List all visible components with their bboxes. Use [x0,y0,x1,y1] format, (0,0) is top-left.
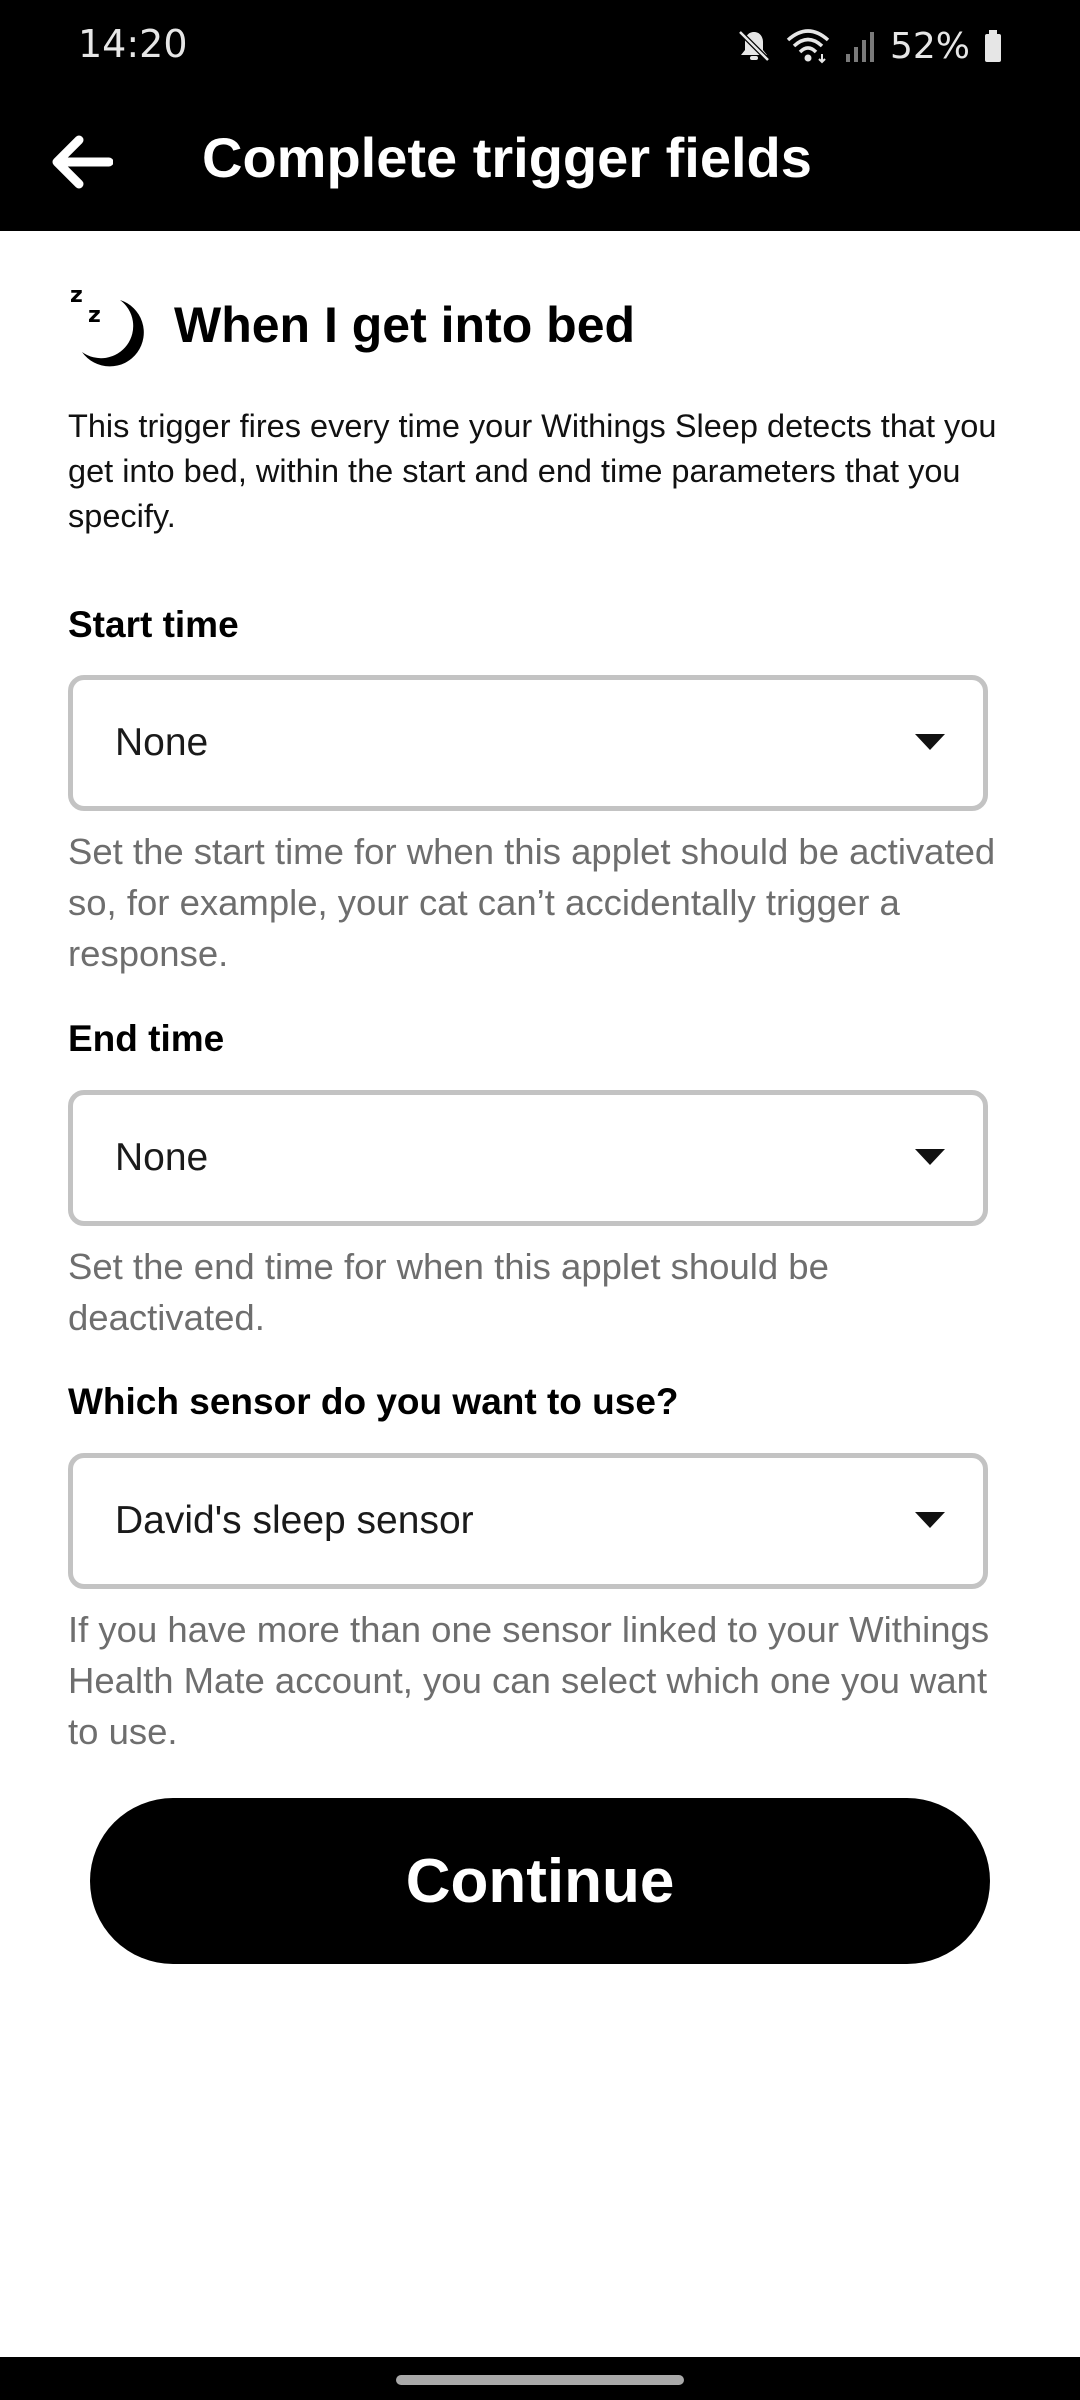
arrow-left-icon [52,135,113,189]
start-time-value: None [115,721,209,764]
end-time-select[interactable]: None [68,1090,988,1226]
trigger-header: z z When I get into bed [68,275,635,375]
start-time-help: Set the start time for when this applet … [68,831,996,974]
sleep-moon-icon: z z [70,283,144,367]
signal-icon [845,32,874,62]
page-title: Complete trigger fields [202,126,812,189]
end-time-help: Set the end time for when this applet sh… [68,1246,829,1338]
trigger-description: This trigger fires every time your Withi… [68,408,997,534]
sensor-label: Which sensor do you want to use? [68,1381,679,1422]
caret-down-icon [915,734,945,750]
start-time-label: Start time [68,604,239,645]
end-time-label: End time [68,1018,225,1059]
complete-trigger-fields-screen: 14:20 52% Complete trigger fields z z Wh… [0,0,1080,2400]
trigger-title: When I get into bed [174,297,636,353]
svg-text:z: z [88,303,101,328]
mute-icon [738,30,770,62]
sensor-help: If you have more than one sensor linked … [68,1609,990,1752]
sensor-value: David's sleep sensor [115,1499,474,1542]
status-bar: 14:20 52% [0,0,1080,92]
continue-button[interactable]: Continue [90,1798,990,1964]
caret-down-icon [915,1512,945,1528]
app-bar: Complete trigger fields [0,92,1080,231]
status-time: 14:20 [78,22,188,66]
home-gesture-handle[interactable] [396,2375,684,2385]
start-time-select[interactable]: None [68,675,988,811]
status-icons: 52% [736,22,1002,70]
navigation-bar [0,2357,1080,2400]
sensor-select[interactable]: David's sleep sensor [68,1453,988,1589]
wifi-icon [786,29,830,64]
back-button[interactable] [40,120,124,204]
battery-percentage: 52% [889,25,970,67]
battery-icon [985,30,1001,62]
caret-down-icon [915,1149,945,1165]
end-time-value: None [115,1136,209,1179]
svg-text:z: z [70,283,83,308]
